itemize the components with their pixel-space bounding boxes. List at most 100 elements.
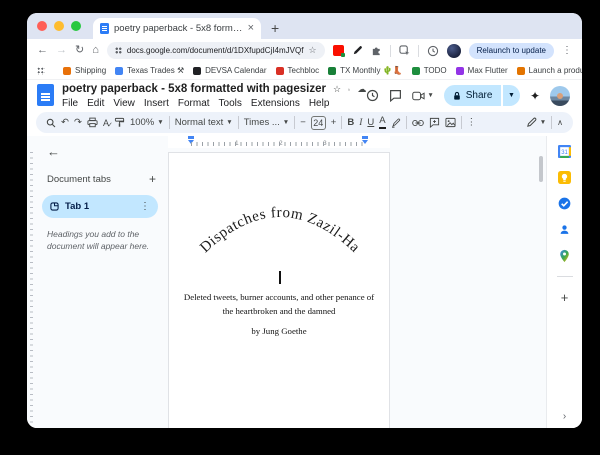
forward-icon[interactable]: → xyxy=(56,45,67,56)
zoom-select[interactable]: 100% ▼ xyxy=(130,117,164,128)
adobe-extension-icon[interactable] xyxy=(332,45,345,57)
add-tab-icon[interactable]: + xyxy=(149,172,156,186)
italic-button[interactable]: I xyxy=(359,118,362,128)
star-document-icon[interactable]: ☆ xyxy=(333,84,341,94)
document-tabs-panel: ← Document tabs + Tab 1 ⋮ Headings you a… xyxy=(27,136,166,428)
menu-tools[interactable]: Tools xyxy=(219,98,242,109)
paragraph-style-select[interactable]: Normal text ▼ xyxy=(175,117,233,128)
browser-menu-icon[interactable]: ⋮ xyxy=(562,45,572,56)
relaunch-to-update-button[interactable]: Relaunch to update xyxy=(468,42,554,59)
divider xyxy=(417,44,419,57)
close-panel-arrow-icon[interactable]: ← xyxy=(47,144,158,159)
redo-icon[interactable]: ↷ xyxy=(74,117,82,128)
horizontal-ruler[interactable]: 1 2 3 xyxy=(166,136,546,148)
calendar-icon[interactable]: 31 xyxy=(558,145,571,158)
underline-button[interactable]: U xyxy=(367,117,374,128)
bookmark-item[interactable]: TX Monthly 🌵👢 xyxy=(328,66,403,75)
keep-icon[interactable] xyxy=(558,171,571,184)
screenshot-extension-icon[interactable] xyxy=(398,45,410,56)
address-input[interactable]: docs.google.com/document/d/1DXfupdCjI4mJ… xyxy=(106,42,325,59)
decrease-font-size-button[interactable]: − xyxy=(300,117,306,128)
document-page[interactable]: Dispatches from Zazil-Ha Deleted tweets,… xyxy=(168,152,390,428)
home-icon[interactable]: ⌂ xyxy=(92,45,99,56)
menu-format[interactable]: Format xyxy=(178,98,210,109)
font-size-input[interactable]: 24 xyxy=(310,115,326,130)
tasks-icon[interactable] xyxy=(558,197,571,210)
highlight-color-icon[interactable] xyxy=(391,118,401,128)
bookmark-item[interactable]: Launch a product xyxy=(516,66,582,75)
bookmark-item[interactable]: TODO xyxy=(411,66,447,75)
menu-help[interactable]: Help xyxy=(309,98,330,109)
close-window-button[interactable] xyxy=(37,21,47,31)
bookmark-star-icon[interactable]: ☆ xyxy=(309,45,317,56)
share-button[interactable]: Share ▼ xyxy=(443,85,520,106)
text-color-button[interactable]: A xyxy=(379,115,386,129)
add-comment-icon[interactable] xyxy=(429,117,440,128)
increase-font-size-button[interactable]: + xyxy=(331,117,337,128)
version-history-icon[interactable] xyxy=(366,89,379,102)
font-select[interactable]: Times ... ▼ xyxy=(244,117,290,128)
comments-icon[interactable] xyxy=(389,89,402,102)
get-addons-button[interactable]: + xyxy=(561,290,569,305)
menu-file[interactable]: File xyxy=(62,98,78,109)
undo-icon[interactable]: ↶ xyxy=(61,117,69,128)
editing-mode-select[interactable]: ▼ xyxy=(526,117,546,128)
share-dropdown[interactable]: ▼ xyxy=(502,85,520,106)
bookmark-item[interactable]: Techbloc xyxy=(275,66,319,75)
maps-icon[interactable] xyxy=(559,249,570,263)
bookmark-item[interactable]: Shipping xyxy=(63,66,106,75)
browser-window: poetry paperback - 5x8 formatted with pa… xyxy=(27,13,582,428)
back-icon[interactable]: ← xyxy=(37,45,48,56)
document-title[interactable]: poetry paperback - 5x8 formatted with pa… xyxy=(62,83,326,95)
gemini-sparkle-icon[interactable]: ✦ xyxy=(530,89,540,103)
scrollbar-thumb[interactable] xyxy=(539,156,543,182)
bookmark-favicon xyxy=(63,66,71,75)
subtitle-text[interactable]: Deleted tweets, burner accounts, and oth… xyxy=(177,290,381,318)
divider xyxy=(237,116,239,129)
paint-format-icon[interactable] xyxy=(114,117,125,128)
menu-extensions[interactable]: Extensions xyxy=(251,98,300,109)
more-options-icon[interactable]: ⋮ xyxy=(467,117,477,128)
tab-options-icon[interactable]: ⋮ xyxy=(140,201,150,212)
document-tab-item[interactable]: Tab 1 ⋮ xyxy=(42,195,158,218)
browser-profile-avatar[interactable] xyxy=(446,43,461,58)
divider xyxy=(389,44,391,57)
menu-edit[interactable]: Edit xyxy=(87,98,104,109)
insert-link-icon[interactable] xyxy=(411,119,424,127)
bookmark-item[interactable]: Texas Trades ⚒ xyxy=(115,66,184,75)
print-icon[interactable] xyxy=(87,117,98,128)
history-icon[interactable] xyxy=(427,45,439,57)
extensions-puzzle-icon[interactable] xyxy=(371,45,382,56)
ruler-number: 1 xyxy=(235,140,239,147)
menu-view[interactable]: View xyxy=(113,98,135,109)
document-canvas[interactable]: Dispatches from Zazil-Ha Deleted tweets,… xyxy=(166,148,546,428)
bookmark-item[interactable]: DEVSA Calendar xyxy=(193,66,267,75)
headings-hint: Headings you add to the document will ap… xyxy=(47,229,150,252)
new-tab-button[interactable]: + xyxy=(271,20,279,36)
author-text[interactable]: by Jung Goethe xyxy=(169,326,389,336)
menu-insert[interactable]: Insert xyxy=(144,98,169,109)
bold-button[interactable]: B xyxy=(347,117,354,128)
google-docs-logo[interactable] xyxy=(37,84,54,106)
curved-title-wordart[interactable]: Dispatches from Zazil-Ha xyxy=(169,168,391,280)
browser-tab[interactable]: poetry paperback - 5x8 formatted with pa… xyxy=(93,18,261,39)
bookmark-item[interactable]: Max Flutter xyxy=(455,66,508,75)
search-menus-icon[interactable] xyxy=(46,118,56,128)
tab-title: poetry paperback - 5x8 formatted with pa… xyxy=(114,23,243,34)
insert-image-icon[interactable] xyxy=(445,117,456,128)
site-info-icon[interactable] xyxy=(114,47,122,54)
reload-icon[interactable]: ↻ xyxy=(75,45,84,56)
cloud-status-icon[interactable]: ☁ xyxy=(357,84,366,94)
hide-menus-icon[interactable]: ∧ xyxy=(557,118,563,127)
zoom-window-button[interactable] xyxy=(71,21,81,31)
apps-grid-icon[interactable] xyxy=(37,66,45,75)
pen-extension-icon[interactable] xyxy=(352,45,363,56)
move-folder-icon[interactable] xyxy=(348,85,351,94)
tab-close-icon[interactable]: × xyxy=(248,23,254,34)
spellcheck-icon[interactable]: A ✓ xyxy=(103,118,113,129)
join-call-button[interactable]: ▼ xyxy=(412,91,434,101)
minimize-window-button[interactable] xyxy=(54,21,64,31)
account-avatar[interactable] xyxy=(550,85,570,106)
expand-panel-chevron-icon[interactable]: › xyxy=(563,411,566,422)
contacts-icon[interactable] xyxy=(558,223,571,236)
